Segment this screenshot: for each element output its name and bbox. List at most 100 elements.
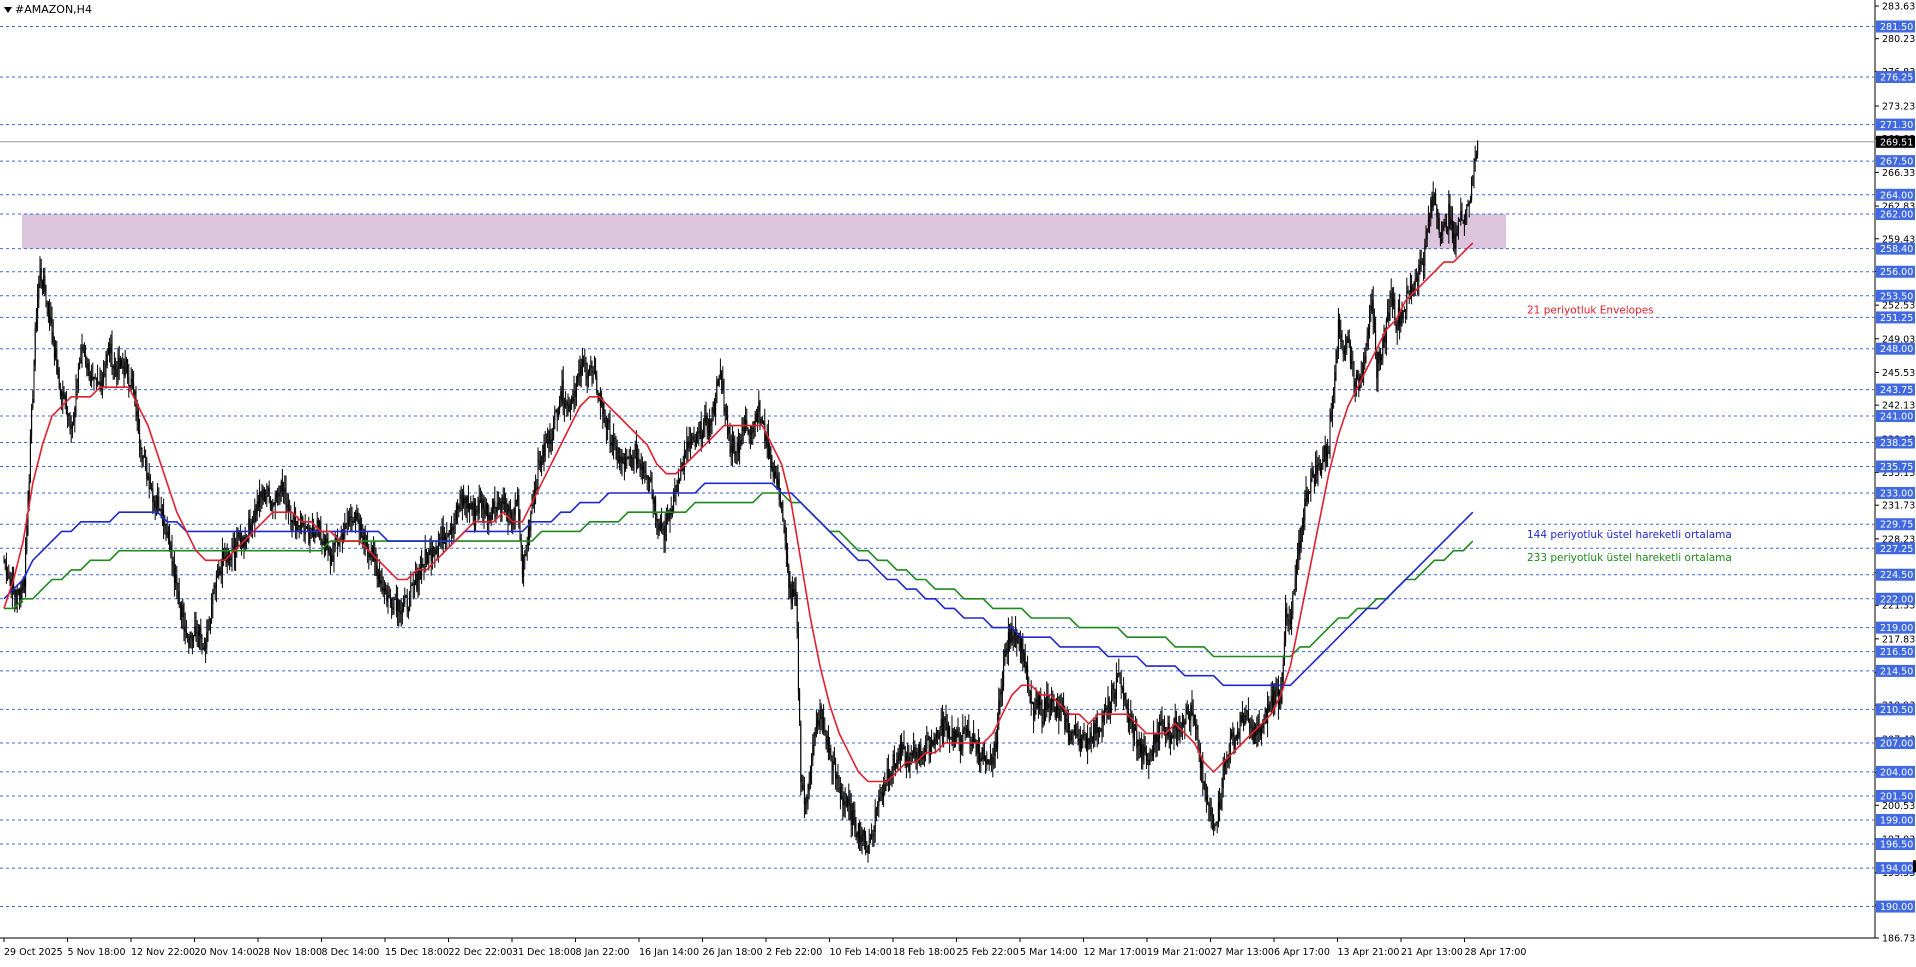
candle-body [853,809,855,811]
candle-body [603,414,605,419]
candle-body [433,554,435,556]
candle-body [296,521,298,532]
candle-body [1265,708,1267,723]
candle-body [278,493,280,497]
candle-body [1057,706,1059,709]
candle-body [1455,234,1457,249]
candle-body [502,496,504,505]
candle-body [583,359,585,365]
candle-body [1453,233,1455,239]
candle-body [604,418,606,427]
candle-body [117,357,119,377]
candle-body [399,612,401,614]
candle-body [143,455,145,458]
candle-body [142,455,144,459]
candle-body [569,405,571,412]
candle-body [1417,279,1419,281]
candle-body [873,831,875,835]
candle-body [1267,704,1269,723]
candle-body [124,361,126,376]
candle-body [349,516,351,522]
candle-body [152,488,154,503]
candle-body [448,530,450,536]
candle-body [70,424,72,429]
candle-body [1370,305,1372,311]
candle-body [179,603,181,607]
dropdown-triangle-icon[interactable] [4,6,12,13]
candle-body [867,850,869,854]
candle-body [581,359,583,376]
candle-body [793,589,795,596]
candle-body [779,499,781,505]
candle-body [939,727,941,739]
candle-body [1303,520,1305,527]
candle-body [585,363,587,379]
candle-body [814,727,816,737]
time-tick-label: 27 Mar 13:00 [1211,947,1274,958]
candle-body [131,378,133,383]
candle-body [111,343,113,369]
candle-body [596,375,598,393]
candle-body [1395,321,1397,330]
candle-body [398,599,400,613]
candle-body [484,508,486,515]
candle-body [1111,689,1113,702]
candle-body [1065,718,1067,730]
candle-body [782,502,784,519]
candle-body [220,571,222,575]
candle-body [1089,732,1091,744]
candle-body [130,378,132,387]
candle-body [975,742,977,754]
candle-body [951,729,953,737]
candle-body [1136,730,1138,748]
candle-body [1282,664,1284,682]
symbol-header[interactable]: #AMAZON,H4 [4,3,92,16]
candle-body [663,528,665,541]
candle-body [568,404,570,412]
candle-body [1354,381,1356,387]
candle-body [285,487,287,508]
candle-body [839,788,841,799]
candle-body [475,510,477,521]
candle-body [701,434,703,440]
candle-body [1148,759,1150,766]
candle-body [173,564,175,583]
candle-body [899,743,901,761]
chart-area[interactable]: 283.63280.23276.83273.23269.83266.33262.… [0,0,1916,963]
candle-body [219,567,221,572]
candle-body [781,502,783,505]
candle-body [992,756,994,765]
candle-body [1172,735,1174,738]
candle-body [1234,737,1236,749]
candle-body [1412,287,1414,292]
candle-body [1066,718,1068,722]
candle-body [886,769,888,782]
candle-body [910,752,912,756]
candle-body [73,421,75,425]
candle-body [1307,492,1309,502]
candle-body [455,505,457,520]
candle-body [494,501,496,508]
level-label: 253.50 [1880,291,1913,302]
candle-body [772,465,774,478]
candle-body [688,441,690,448]
candle-body [1346,338,1348,349]
candle-body [1225,762,1227,764]
candle-body [703,422,705,435]
price-chart-svg[interactable]: 283.63280.23276.83273.23269.83266.33262.… [0,0,1916,963]
candle-body [926,739,928,750]
candle-body [200,626,202,639]
candle-body [1384,335,1386,343]
candle-body [614,437,616,439]
candle-body [1324,445,1326,462]
candle-body [679,479,681,483]
candle-body [417,580,419,590]
candle-body [521,546,523,577]
candle-body [542,445,544,464]
candle-body [194,626,196,637]
candle-body [643,467,645,471]
candle-body [952,729,954,744]
candle-body [737,442,739,453]
candle-body [1276,688,1278,690]
level-label: 241.00 [1880,412,1913,423]
